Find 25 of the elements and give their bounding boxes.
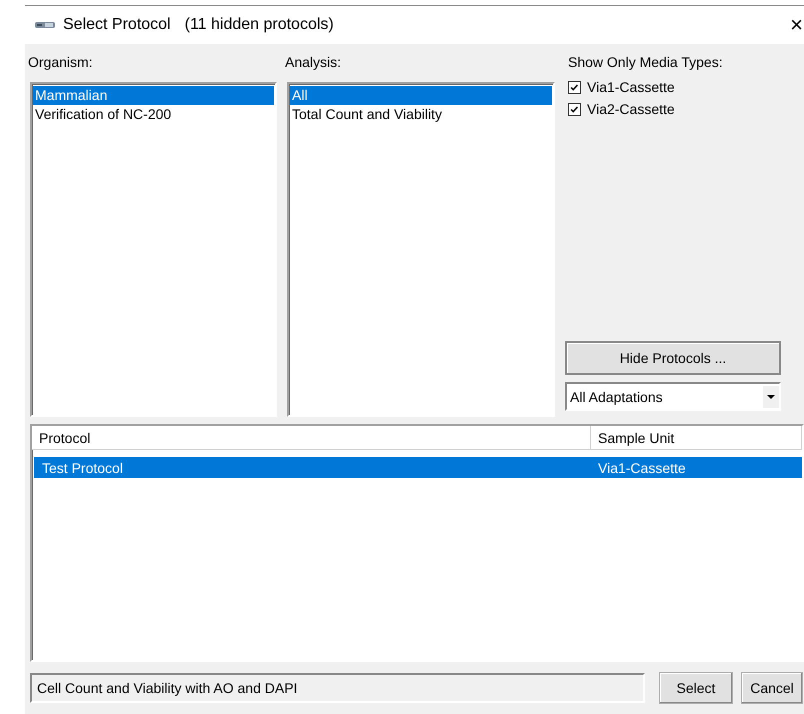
- checkbox-label: Via1-Cassette: [587, 79, 675, 95]
- field-label: Analysis:: [285, 53, 342, 72]
- window-title: Select Protocol: [63, 16, 171, 34]
- checkbox[interactable]: [568, 102, 581, 116]
- description-field[interactable]: Cell Count and Viability with AO and DAPI: [30, 673, 645, 703]
- column-header[interactable]: Protocol: [32, 426, 591, 450]
- analysis-item[interactable]: All: [290, 86, 552, 105]
- checkbox[interactable]: [568, 80, 581, 94]
- organism-item[interactable]: Verification of NC-200: [33, 105, 274, 124]
- hidden-count: (11 hidden protocols): [184, 16, 334, 34]
- adaptations-dropdown[interactable]: All Adaptations: [565, 382, 781, 411]
- select-button[interactable]: Select: [659, 672, 733, 704]
- column-header[interactable]: Sample Unit: [591, 426, 802, 450]
- hide-protocols-button[interactable]: Hide Protocols ...: [565, 341, 781, 375]
- table-row[interactable]: Test Protocol Via1-Cassette: [34, 457, 802, 478]
- close-button[interactable]: ×: [790, 12, 803, 38]
- analysis-item[interactable]: Total Count and Viability: [290, 105, 552, 124]
- table-cell-text: Test Protocol: [41, 458, 124, 478]
- field-label: Organism:: [28, 53, 94, 72]
- checkbox-label: Via2-Cassette: [587, 101, 675, 117]
- app-icon: [35, 20, 55, 30]
- organism-item[interactable]: Mammalian: [33, 86, 274, 105]
- table-cell-text: Via1-Cassette: [597, 458, 687, 478]
- field-label: Show Only Media Types:: [568, 53, 724, 72]
- cancel-button[interactable]: Cancel: [741, 672, 803, 704]
